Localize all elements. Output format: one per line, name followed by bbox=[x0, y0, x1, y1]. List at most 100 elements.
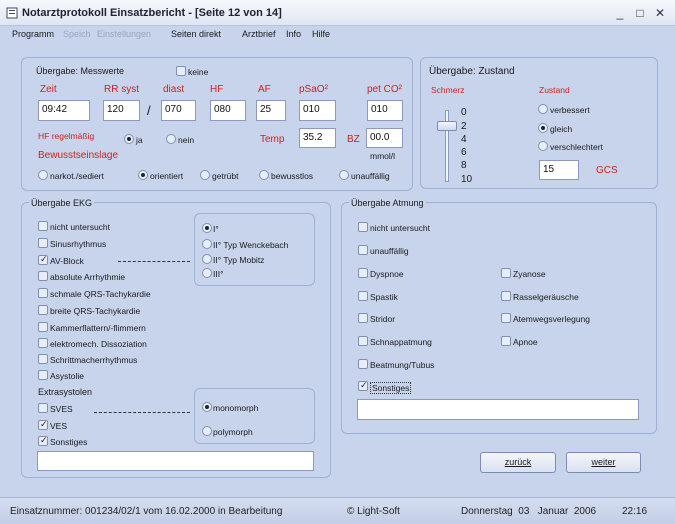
av-block-connector bbox=[118, 261, 190, 262]
zeit-field[interactable]: 09:42 bbox=[38, 100, 90, 121]
ekg-label-sves: SVES bbox=[50, 404, 73, 414]
ekg-label-breite-qrs: breite QRS-Tachykardie bbox=[50, 306, 141, 316]
hf-field[interactable]: 080 bbox=[210, 100, 246, 121]
ekg-checkbox-ves[interactable] bbox=[38, 419, 48, 430]
zustand-radio-verschlechtert[interactable] bbox=[538, 141, 548, 151]
hf-label: HF bbox=[210, 84, 224, 95]
atmung-checkbox-schnappatmung[interactable] bbox=[358, 336, 368, 346]
menu-programm[interactable]: Programm bbox=[12, 29, 54, 39]
temp-label: Temp bbox=[260, 134, 285, 145]
petco2-field[interactable]: 010 bbox=[367, 100, 403, 121]
ekg-checkbox-breite-qrs[interactable] bbox=[38, 305, 48, 315]
atmung-sonstiges-field[interactable] bbox=[357, 399, 639, 420]
ekg-checkbox-schmale-qrs[interactable] bbox=[38, 288, 48, 298]
ekg-checkbox-asystolie[interactable] bbox=[38, 370, 48, 380]
bz-unit: mmol/l bbox=[370, 151, 396, 161]
menu-seiten-direkt[interactable]: Seiten direkt bbox=[171, 29, 221, 39]
status-einsatz: Einsatznummer: 001234/02/1 vom 16.02.200… bbox=[10, 506, 283, 517]
zustand-label-verschlechtert: verschlechtert bbox=[550, 142, 603, 152]
morph-label-monomorph: monomorph bbox=[213, 403, 259, 413]
ekg-checkbox-dissoziation[interactable] bbox=[38, 338, 48, 348]
ekg-checkbox-nicht-untersucht[interactable] bbox=[38, 221, 48, 231]
av-radio-1[interactable] bbox=[202, 223, 212, 233]
keine-checkbox[interactable] bbox=[176, 66, 186, 76]
gcs-field[interactable]: 15 bbox=[539, 160, 579, 180]
schmerz-label: Schmerz bbox=[431, 85, 465, 95]
atmung-label-stridor: Stridor bbox=[370, 314, 396, 324]
ekg-label-schrittmacher: Schrittmacherrhythmus bbox=[50, 355, 138, 365]
ekg-checkbox-sinusrhythmus[interactable] bbox=[38, 238, 48, 248]
menu-arztbrief[interactable]: Arztbrief bbox=[242, 29, 276, 39]
ekg-checkbox-av-block[interactable] bbox=[38, 254, 48, 265]
menu-speich[interactable]: Speich bbox=[63, 29, 91, 39]
minimize-button[interactable]: _ bbox=[612, 6, 628, 20]
av-radio-wenckebach[interactable] bbox=[202, 239, 212, 249]
bewusst-label-bewusstlos: bewusstlos bbox=[271, 171, 314, 181]
zustand-title: Übergabe: Zustand bbox=[427, 66, 517, 77]
bewusst-radio-unauffaellig[interactable] bbox=[339, 170, 349, 180]
atmung-checkbox-nicht-untersucht[interactable] bbox=[358, 222, 368, 232]
ekg-checkbox-sonstiges[interactable] bbox=[38, 435, 48, 446]
atmung-checkbox-unauffaellig[interactable] bbox=[358, 245, 368, 255]
psao2-label: pSaO² bbox=[299, 84, 328, 95]
bewusst-radio-getruebt[interactable] bbox=[200, 170, 210, 180]
av-radio-3[interactable] bbox=[202, 268, 212, 278]
bz-field[interactable]: 00.0 bbox=[366, 128, 403, 148]
zustand-radio-gleich[interactable] bbox=[538, 123, 548, 133]
zeit-label: Zeit bbox=[40, 84, 57, 95]
ekg-checkbox-absolute-arrhythmie[interactable] bbox=[38, 271, 48, 281]
hf-ja-radio[interactable] bbox=[124, 134, 134, 144]
atmung-checkbox-atemwegsverlegung[interactable] bbox=[501, 313, 511, 323]
atmung-checkbox-apnoe[interactable] bbox=[501, 336, 511, 346]
zustand-radio-verbessert[interactable] bbox=[538, 104, 548, 114]
back-button[interactable]: zurück bbox=[480, 452, 556, 473]
scale-6: 6 bbox=[461, 147, 467, 158]
psao2-field[interactable]: 010 bbox=[299, 100, 336, 121]
ekg-checkbox-sves[interactable] bbox=[38, 403, 48, 413]
atmung-label-zyanose: Zyanose bbox=[513, 269, 546, 279]
hf-nein-radio[interactable] bbox=[166, 134, 176, 144]
schmerz-slider-thumb[interactable] bbox=[437, 121, 457, 131]
atmung-checkbox-beatmung[interactable] bbox=[358, 359, 368, 369]
hf-nein-label: nein bbox=[178, 135, 195, 145]
next-button[interactable]: weiter bbox=[566, 452, 641, 473]
close-button[interactable]: ✕ bbox=[652, 6, 668, 20]
atmung-title: Übergabe Atmung bbox=[349, 198, 426, 208]
atmung-checkbox-rasselgeraeusche[interactable] bbox=[501, 291, 511, 301]
ekg-checkbox-kammerflattern[interactable] bbox=[38, 322, 48, 332]
menu-hilfe[interactable]: Hilfe bbox=[312, 29, 330, 39]
scale-0: 0 bbox=[461, 107, 467, 118]
back-button-label: zurück bbox=[504, 457, 532, 467]
av-label-3: III° bbox=[213, 269, 224, 279]
atmung-label-beatmung: Beatmung/Tubus bbox=[370, 360, 435, 370]
diast-field[interactable]: 070 bbox=[161, 100, 196, 121]
scale-8: 8 bbox=[461, 160, 467, 171]
menu-info[interactable]: Info bbox=[286, 29, 301, 39]
atmung-checkbox-spastik[interactable] bbox=[358, 291, 368, 301]
atmung-label-dyspnoe: Dyspnoe bbox=[370, 269, 404, 279]
ekg-sonstiges-field[interactable] bbox=[37, 451, 314, 471]
bewusst-label-narkot: narkot./sediert bbox=[50, 171, 104, 181]
ekg-label-asystolie: Asystolie bbox=[50, 371, 85, 381]
rr-syst-field[interactable]: 120 bbox=[103, 100, 140, 121]
atmung-checkbox-stridor[interactable] bbox=[358, 313, 368, 323]
temp-field[interactable]: 35.2 bbox=[299, 128, 336, 148]
status-copyright: © Light-Soft bbox=[347, 506, 400, 517]
menu-einstellungen[interactable]: Einstellungen bbox=[97, 29, 151, 39]
maximize-button[interactable]: □ bbox=[632, 6, 648, 20]
bewusst-radio-bewusstlos[interactable] bbox=[259, 170, 269, 180]
av-label-mobitz: II° Typ Mobitz bbox=[213, 255, 265, 265]
ekg-checkbox-schrittmacher[interactable] bbox=[38, 354, 48, 364]
af-field[interactable]: 25 bbox=[256, 100, 286, 121]
av-radio-mobitz[interactable] bbox=[202, 254, 212, 264]
bewusst-radio-orientiert[interactable] bbox=[138, 170, 148, 180]
atmung-checkbox-sonstiges[interactable] bbox=[358, 380, 368, 391]
atmung-checkbox-dyspnoe[interactable] bbox=[358, 268, 368, 278]
morph-radio-polymorph[interactable] bbox=[202, 426, 212, 436]
scale-10: 10 bbox=[461, 174, 473, 185]
scale-2: 2 bbox=[461, 121, 467, 132]
atmung-checkbox-zyanose[interactable] bbox=[501, 268, 511, 278]
bewusst-radio-narkot[interactable] bbox=[38, 170, 48, 180]
morph-radio-monomorph[interactable] bbox=[202, 402, 212, 412]
morph-label-polymorph: polymorph bbox=[213, 427, 253, 437]
